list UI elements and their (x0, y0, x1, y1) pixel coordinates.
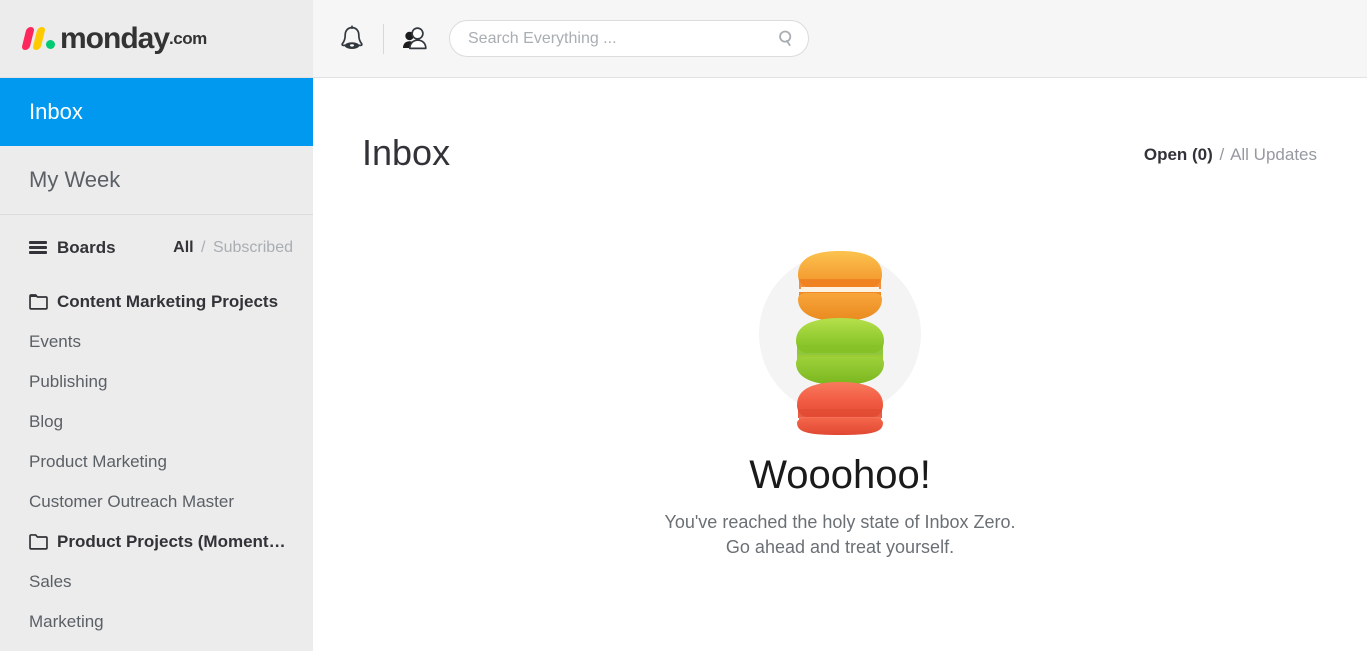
board-item-customer-outreach-master[interactable]: Customer Outreach Master (0, 482, 313, 522)
logo-tld: .com (169, 28, 207, 48)
illustration-backdrop (759, 251, 921, 435)
board-item-marketing[interactable]: Marketing (0, 602, 313, 642)
boards-section-header: Boards All / Subscribed (0, 215, 313, 280)
board-label: Publishing (29, 372, 108, 391)
hamburger-icon (29, 241, 47, 254)
boards-filter-subscribed[interactable]: Subscribed (213, 239, 293, 256)
people-icon (403, 26, 427, 49)
search-box[interactable] (449, 20, 809, 57)
boards-filter-separator: / (201, 238, 206, 256)
inbox-empty-state: Wooohoo! You've reached the holy state o… (313, 251, 1367, 560)
sidebar-item-label-inbox: Inbox (29, 99, 83, 124)
empty-state-heading: Wooohoo! (749, 453, 931, 497)
search-input[interactable] (449, 20, 809, 57)
logo-area: monday .com (0, 0, 313, 77)
top-header: monday .com (0, 0, 1367, 78)
board-label: Product Marketing (29, 452, 167, 471)
main-content: Inbox Open (0) / All Updates Wooohoo! Yo… (313, 78, 1367, 651)
logo-wordmark: monday (60, 21, 170, 55)
sidebar: Inbox My Week Boards All / Subscribed Co… (0, 78, 313, 651)
board-folder-content-marketing-projects[interactable]: Content Marketing Projects (0, 282, 313, 322)
page-header: Inbox Open (0) / All Updates (313, 78, 1367, 173)
logo-slash-yellow (32, 27, 46, 50)
board-folder-product-projects[interactable]: Product Projects (Momentu… (0, 522, 313, 562)
empty-state-line-1: You've reached the holy state of Inbox Z… (664, 512, 1016, 532)
empty-state-line-2: Go ahead and treat yourself. (725, 537, 955, 557)
sidebar-item-my-week[interactable]: My Week (0, 146, 313, 214)
sidebar-item-inbox[interactable]: Inbox (0, 78, 313, 146)
board-label: Blog (29, 412, 64, 431)
search-icon[interactable] (777, 29, 796, 48)
app-root: monday .com Search Everything ... Inbox … (0, 0, 1367, 651)
board-label: Sales (29, 572, 72, 591)
monday-logo[interactable]: monday .com (21, 21, 207, 55)
bell-icon (341, 24, 363, 49)
header-tools (313, 0, 1367, 77)
boards-menu-button[interactable]: Boards (29, 238, 116, 258)
board-item-events[interactable]: Events (0, 322, 313, 362)
folder-icon (29, 534, 48, 550)
boards-title-label: Boards (57, 237, 116, 257)
board-label: Product Projects (Momentu… (57, 532, 289, 551)
board-item-product-marketing[interactable]: Product Marketing (0, 442, 313, 482)
page-title: Inbox (362, 132, 451, 173)
notifications-button[interactable] (332, 19, 372, 59)
sidebar-item-label-my-week: My Week (29, 167, 121, 192)
tab-separator: / (1219, 145, 1225, 164)
board-list: Content Marketing Projects Events Publis… (0, 280, 313, 642)
board-label: Events (29, 332, 81, 351)
tab-open[interactable]: Open (0) (1144, 145, 1213, 164)
board-label: Content Marketing Projects (57, 292, 279, 311)
tab-all-updates[interactable]: All Updates (1230, 145, 1317, 164)
macaron-stack-illustration (796, 251, 884, 435)
folder-open-icon (29, 294, 48, 310)
boards-filter-all[interactable]: All (173, 239, 193, 256)
header-divider (383, 23, 384, 54)
board-label: Marketing (29, 612, 104, 631)
board-item-publishing[interactable]: Publishing (0, 362, 313, 402)
logo-dot-green (46, 40, 55, 49)
inbox-filter-tabs: Open (0) / All Updates (1144, 145, 1317, 165)
board-item-sales[interactable]: Sales (0, 562, 313, 602)
board-item-blog[interactable]: Blog (0, 402, 313, 442)
board-label: Customer Outreach Master (29, 492, 235, 511)
logo-mark-icon (21, 27, 55, 50)
invite-members-button[interactable] (395, 19, 435, 59)
boards-filter: All / Subscribed (173, 239, 293, 257)
